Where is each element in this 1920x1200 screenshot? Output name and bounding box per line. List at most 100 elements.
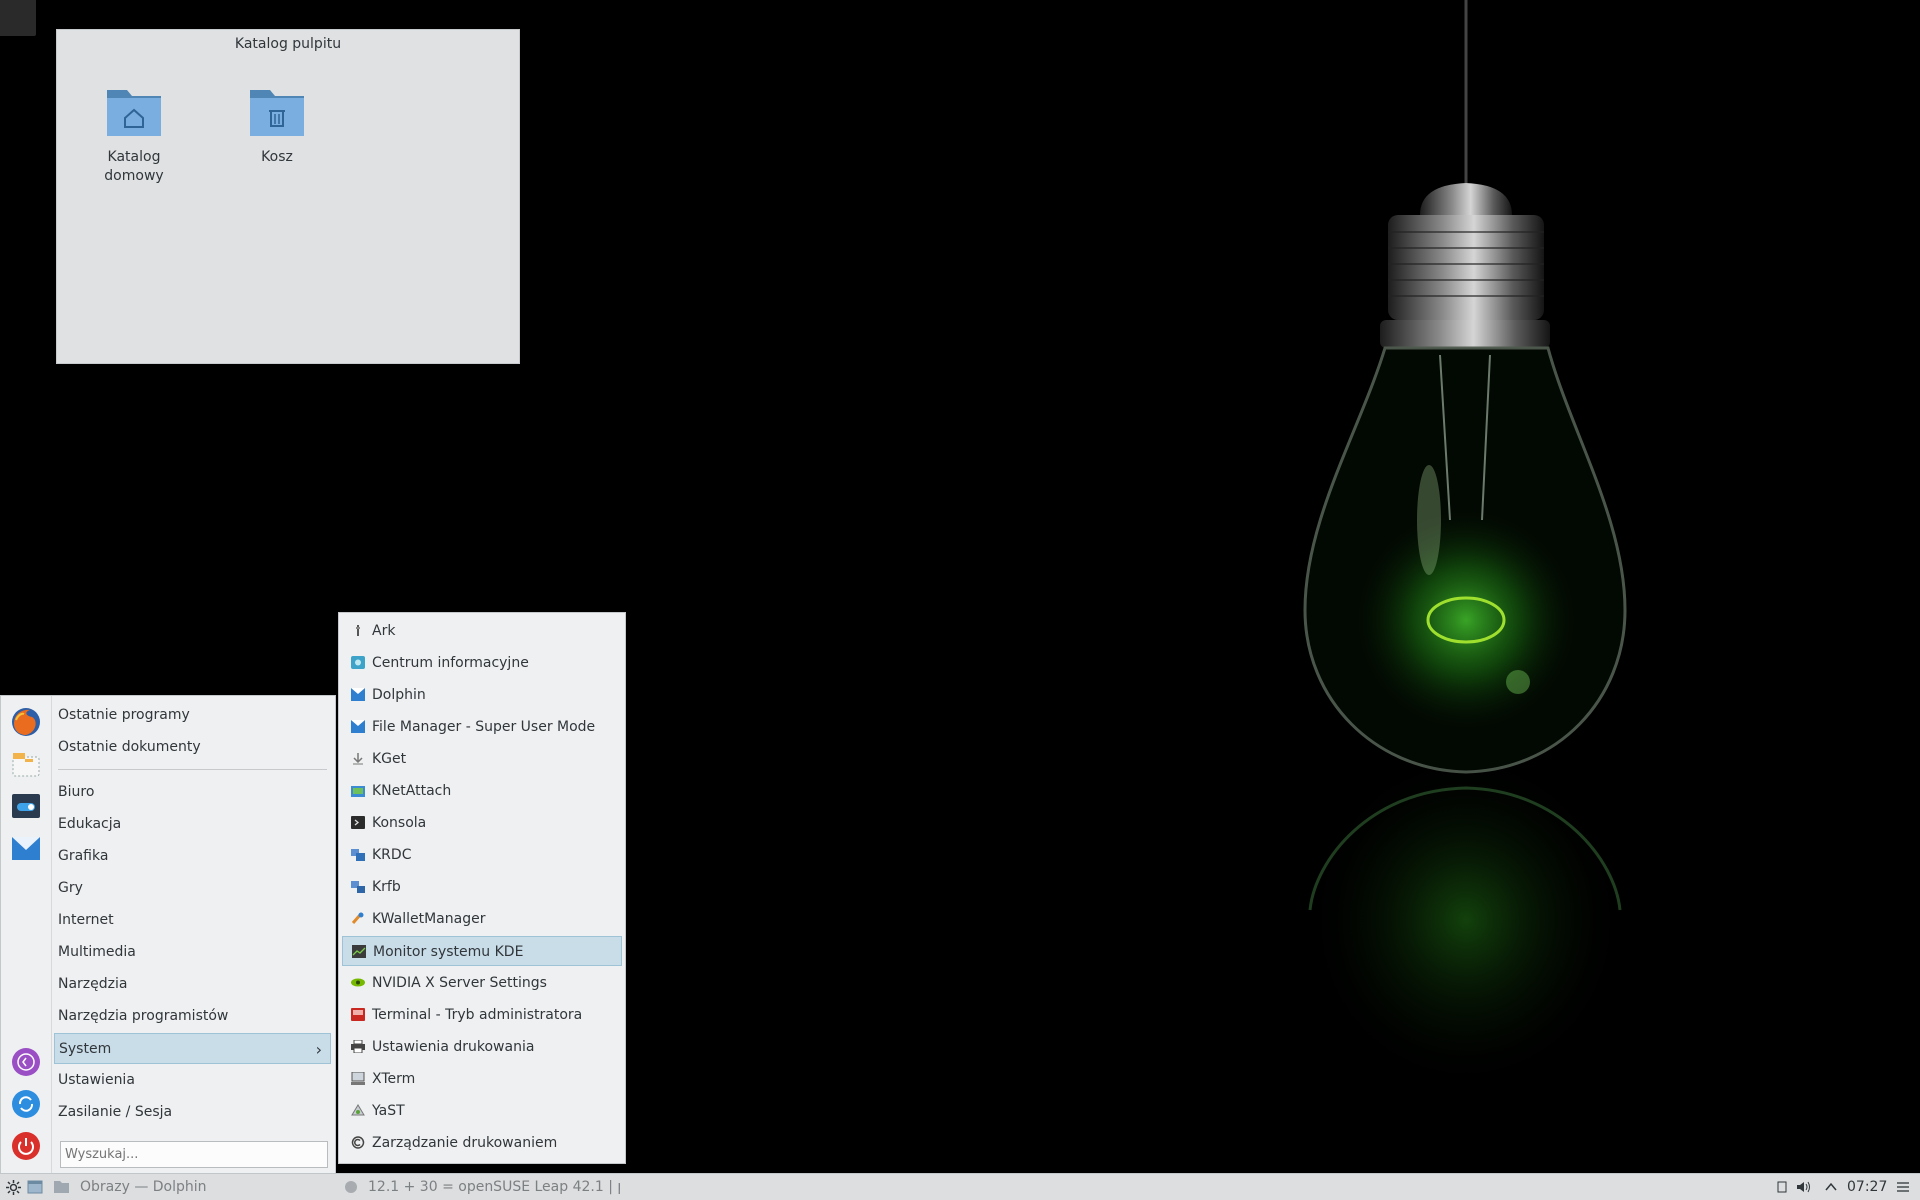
application-launcher-icon[interactable] [6, 1180, 21, 1195]
root-terminal-icon [351, 1008, 365, 1021]
category-internet[interactable]: Internet [54, 905, 331, 936]
submenu-item-label: YaST [372, 1103, 405, 1119]
refresh-icon[interactable] [10, 1088, 42, 1120]
kget-icon [353, 753, 363, 765]
knetattach-icon [351, 786, 365, 797]
submenu-item-label: Krfb [372, 879, 401, 895]
submenu-item-nvidia[interactable]: NVIDIA X Server Settings [342, 968, 622, 998]
chevron-right-icon: › [315, 1040, 322, 1059]
submenu-item-kget[interactable]: KGet [342, 744, 622, 774]
ark-icon [356, 625, 360, 636]
submenu-item-print-manager[interactable]: Zarządzanie drukowaniem [342, 1128, 622, 1158]
xterm-icon [351, 1072, 365, 1085]
submenu-item-label: Ustawienia drukowania [372, 1039, 535, 1055]
submenu-item-root-terminal[interactable]: Terminal - Tryb administratora [342, 1000, 622, 1030]
submenu-item-label: KWalletManager [372, 911, 486, 927]
volume-icon[interactable] [1796, 1180, 1812, 1194]
file-manager-icon[interactable] [10, 748, 42, 780]
category-biuro[interactable]: Biuro [54, 777, 331, 808]
submenu-item-print-settings[interactable]: Ustawienia drukowania [342, 1032, 622, 1062]
dolphin-icon[interactable] [10, 832, 42, 864]
category-narzedzia[interactable]: Narzędzia [54, 969, 331, 1000]
trash-folder-icon [250, 90, 304, 136]
submenu-item-xterm[interactable]: XTerm [342, 1064, 622, 1094]
submenu-item-label: Monitor systemu KDE [373, 944, 524, 960]
kwallet-icon [351, 912, 364, 924]
category-zasilanie-sesja[interactable]: Zasilanie / Sesja [54, 1097, 331, 1128]
show-desktop-icon[interactable] [27, 1180, 43, 1194]
printer-icon [351, 1040, 365, 1053]
category-ustawienia[interactable]: Ustawienia [54, 1065, 331, 1096]
task-dolphin[interactable]: Obrazy — Dolphin [52, 1174, 332, 1200]
file-manager-icon [351, 720, 365, 733]
submenu-item-label: KRDC [372, 847, 412, 863]
submenu-item-label: Ark [372, 623, 396, 639]
nvidia-icon [351, 978, 365, 987]
category-grafika[interactable]: Grafika [54, 841, 331, 872]
desktop-icon-home[interactable]: Katalog domowy [84, 84, 184, 186]
task-browser[interactable]: 12.1 + 30 = openSUSE Leap 42.1 | przys [342, 1174, 620, 1200]
favorites-strip [1, 696, 52, 1173]
launcher-search-input[interactable] [60, 1141, 328, 1168]
submenu-item-label: NVIDIA X Server Settings [372, 975, 547, 991]
category-multimedia[interactable]: Multimedia [54, 937, 331, 968]
submenu-item-yast[interactable]: YaST [342, 1096, 622, 1126]
taskbar: Obrazy — Dolphin 12.1 + 30 = openSUSE Le… [0, 1173, 1920, 1200]
krfb-icon [351, 881, 365, 893]
category-system-label: System [59, 1041, 112, 1057]
submenu-item-konsole[interactable]: Konsola [342, 808, 622, 838]
home-folder-icon [107, 90, 161, 136]
firefox-icon[interactable] [10, 706, 42, 738]
submenu-item-ark[interactable]: Ark [342, 616, 622, 646]
submenu-item-label: File Manager - Super User Mode [372, 719, 596, 735]
krdc-icon [351, 849, 365, 861]
system-settings-icon[interactable] [10, 790, 42, 822]
clock[interactable]: 07:27 [1847, 1174, 1887, 1200]
submenu-item-label: Terminal - Tryb administratora [372, 1007, 583, 1023]
folder-icon [54, 1181, 69, 1193]
desktop-icon-label: Katalog domowy [104, 149, 164, 184]
desktop-corner-toolbox[interactable] [0, 0, 36, 36]
desktop-icon-label: Kosz [261, 149, 293, 165]
submenu-item-krfb[interactable]: Krfb [342, 872, 622, 902]
submenu-item-label: Dolphin [372, 687, 426, 703]
browser-icon [345, 1181, 357, 1193]
submenu-item-file-manager-su[interactable]: File Manager - Super User Mode [342, 712, 622, 742]
panel-menu-icon[interactable] [1896, 1181, 1910, 1193]
konsole-icon [351, 816, 365, 829]
category-gry[interactable]: Gry [54, 873, 331, 904]
power-icon[interactable] [10, 1130, 42, 1162]
dolphin-icon [351, 688, 365, 701]
submenu-item-system-monitor[interactable]: Monitor systemu KDE [342, 936, 622, 966]
desktop-icon-trash[interactable]: Kosz [227, 84, 327, 167]
submenu-item-label: XTerm [372, 1071, 416, 1087]
yast-icon [351, 1104, 365, 1116]
menu-separator [58, 769, 327, 770]
submenu-item-label: Centrum informacyjne [372, 655, 529, 671]
submenu-item-dolphin[interactable]: Dolphin [342, 680, 622, 710]
system-submenu: Ark Centrum informacyjne Dolphin File Ma… [338, 612, 626, 1164]
submenu-item-label: Konsola [372, 815, 427, 831]
system-monitor-icon [352, 945, 366, 958]
task-label: 12.1 + 30 = openSUSE Leap 42.1 | przys [368, 1179, 620, 1195]
clipboard-icon[interactable] [1776, 1181, 1788, 1193]
submenu-item-label: Zarządzanie drukowaniem [372, 1135, 558, 1151]
application-launcher-menu: Ostatnie programy Ostatnie dokumenty Biu… [0, 695, 336, 1173]
history-icon[interactable] [10, 1046, 42, 1078]
category-edukacja[interactable]: Edukacja [54, 809, 331, 840]
submenu-item-kwallet[interactable]: KWalletManager [342, 904, 622, 934]
submenu-item-info-center[interactable]: Centrum informacyjne [342, 648, 622, 678]
folder-view-widget: Katalog pulpitu Katalog domowy Kosz [56, 29, 520, 364]
info-center-icon [351, 656, 365, 669]
folder-view-title: Katalog pulpitu [234, 36, 342, 52]
category-system[interactable]: System › [54, 1033, 331, 1064]
chevron-up-icon[interactable] [1824, 1181, 1838, 1193]
recent-documents-item[interactable]: Ostatnie dokumenty [54, 732, 331, 763]
submenu-item-krdc[interactable]: KRDC [342, 840, 622, 870]
submenu-item-label: KGet [372, 751, 407, 767]
task-label: Obrazy — Dolphin [80, 1179, 207, 1195]
category-narzedzia-programistow[interactable]: Narzędzia programistów [54, 1001, 331, 1032]
submenu-item-knetattach[interactable]: KNetAttach [342, 776, 622, 806]
print-manager-icon [351, 1136, 365, 1149]
recent-applications-item[interactable]: Ostatnie programy [54, 700, 331, 731]
